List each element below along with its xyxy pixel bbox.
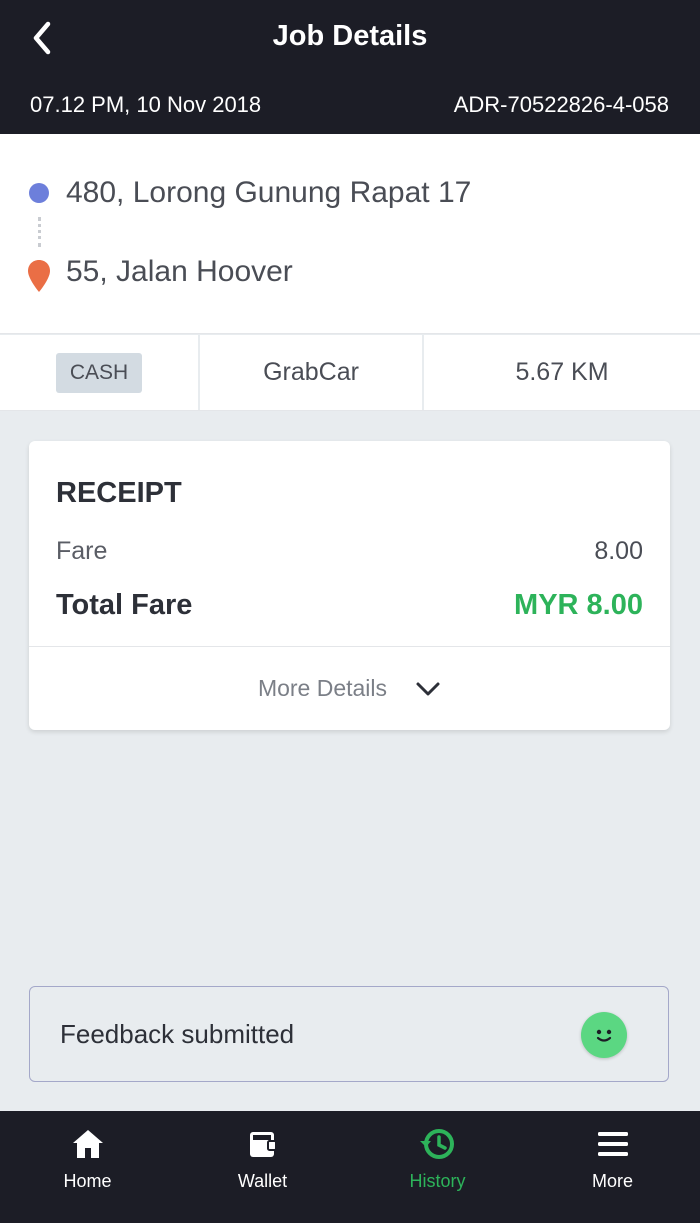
pickup-address: 480, Lorong Gunung Rapat 17 <box>66 176 472 209</box>
tab-wallet[interactable]: Wallet <box>175 1111 350 1223</box>
dropoff-address: 55, Jalan Hoover <box>66 255 293 288</box>
fare-label: Fare <box>56 537 108 565</box>
home-icon <box>71 1125 105 1163</box>
tab-history-label: History <box>409 1171 466 1191</box>
menu-icon <box>597 1125 629 1163</box>
tab-history[interactable]: History <box>350 1111 525 1223</box>
tab-wallet-label: Wallet <box>237 1171 288 1191</box>
payment-badge: CASH <box>55 352 143 393</box>
service-type: GrabCar <box>200 335 424 410</box>
map-pin-icon <box>27 259 51 298</box>
feedback-status: Feedback submitted <box>60 1019 295 1049</box>
total-fare-value: MYR 8.00 <box>514 589 643 621</box>
wallet-icon <box>246 1125 280 1163</box>
route-section <box>0 134 700 334</box>
tab-more[interactable]: More <box>525 1111 700 1223</box>
header: Job Details 07.12 PM, 10 Nov 2018 ADR-70… <box>0 0 700 134</box>
tab-home-label: Home <box>63 1171 112 1191</box>
fare-value: 8.00 <box>594 537 643 565</box>
job-datetime: 07.12 PM, 10 Nov 2018 <box>30 92 262 117</box>
receipt-title: RECEIPT <box>56 477 182 509</box>
tab-home[interactable]: Home <box>0 1111 175 1223</box>
pickup-dot-icon <box>29 183 49 203</box>
trip-distance: 5.67 KM <box>515 358 609 386</box>
route-connector <box>38 217 41 247</box>
booking-id: ADR-70522826-4-058 <box>453 92 669 117</box>
bottom-tab-bar: Home Wallet History More <box>0 1111 700 1223</box>
smiley-icon <box>581 1012 627 1058</box>
page-title: Job Details <box>272 20 428 52</box>
chevron-down-icon <box>415 681 441 697</box>
payment-cell: CASH <box>0 335 200 410</box>
total-fare-label: Total Fare <box>56 589 193 621</box>
meta-row: 07.12 PM, 10 Nov 2018 ADR-70522826-4-058 <box>30 92 669 118</box>
more-details-label: More Details <box>257 675 388 701</box>
trip-info-row: CASH GrabCar 5.67 KM <box>0 335 700 411</box>
receipt-card: RECEIPT Fare 8.00 Total Fare MYR 8.00 Mo… <box>29 441 670 730</box>
feedback-box[interactable]: Feedback submitted <box>29 986 669 1082</box>
history-icon <box>419 1125 457 1163</box>
tab-more-label: More <box>591 1171 633 1191</box>
more-details-button[interactable]: More Details <box>29 647 670 730</box>
